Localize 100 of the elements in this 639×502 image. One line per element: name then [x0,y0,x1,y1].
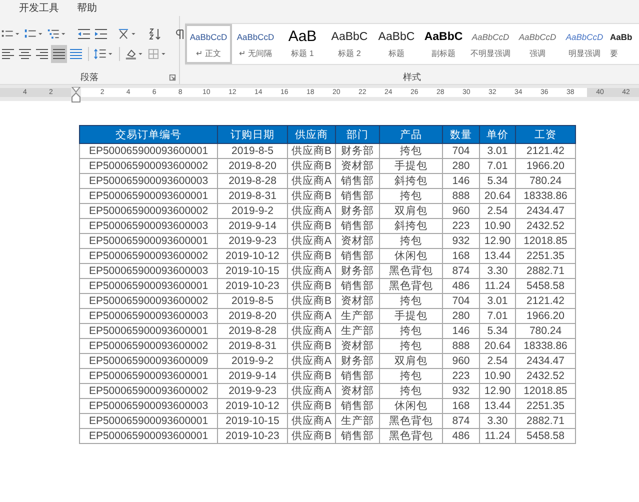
table-cell: 2019-10-12 [218,398,288,414]
table-cell: 888 [442,188,480,204]
table-cell: 2019-10-12 [218,248,288,264]
indent-marker-icon[interactable] [71,86,82,102]
table-cell: 280 [442,158,480,174]
table-cell: 146 [442,174,480,188]
style-option[interactable]: AaBbCcD 强调 [514,24,561,64]
table-cell: 供应商A [288,324,336,338]
style-option[interactable]: AaBbCcD ↵ 无间隔 [232,24,279,64]
style-name: 标题 [388,48,404,59]
table-cell: 874 [442,264,480,278]
column-header: 单价 [480,126,516,144]
table-cell: EP500065900093600002 [80,248,218,264]
table-cell: 挎包 [380,338,442,354]
table-cell: 生产部 [336,324,380,338]
dialog-launcher-icon[interactable] [169,74,176,81]
menu-tab[interactable]: 帮助 [77,1,97,15]
table-cell: 2432.52 [516,218,576,234]
table-cell: 休闲包 [380,248,442,264]
table-cell: 2251.35 [516,398,576,414]
table-cell: EP500065900093600003 [80,264,218,278]
table-cell: 资材部 [336,384,380,398]
table-cell: 供应商A [288,264,336,278]
table-cell: 780.24 [516,174,576,188]
style-option[interactable]: AaB 标题 1 [279,24,326,64]
table-cell: 280 [442,308,480,324]
table-cell: EP500065900093600001 [80,368,218,384]
table-cell: 斜挎包 [380,218,442,234]
menu-tab[interactable]: 开发工具 [19,1,59,15]
table-cell: 销售部 [336,368,380,384]
table-cell: 704 [442,294,480,308]
group-label: 段落 [80,70,98,84]
style-name: 强调 [530,48,546,59]
table-cell: 10.90 [480,218,516,234]
table-cell: EP500065900093600003 [80,308,218,324]
style-name: 标题 1 [291,48,314,59]
table-cell: 资材部 [336,158,380,174]
style-preview: AaBbCcD [190,31,228,44]
table-cell: 146 [442,324,480,338]
style-option[interactable]: AaBbCcD 明显强调 [561,24,608,64]
table-cell: 手提包 [380,308,442,324]
table-cell: EP500065900093600001 [80,144,218,158]
table-cell: 2432.52 [516,368,576,384]
table-cell: EP500065900093600001 [80,324,218,338]
table-cell: 2019-8-28 [218,324,288,338]
table-cell: 2019-10-15 [218,264,288,278]
table-cell: 932 [442,234,480,248]
table-cell: EP500065900093600001 [80,428,218,444]
style-option[interactable]: AaBbC 副标题 [420,24,467,64]
table-cell: 生产部 [336,414,380,428]
table-cell: 168 [442,398,480,414]
table-cell: 2121.42 [516,294,576,308]
table-cell: 财务部 [336,204,380,218]
table-cell: 780.24 [516,324,576,338]
table-cell: 财务部 [336,264,380,278]
style-option[interactable]: AaBbCcD 不明显强调 [467,24,514,64]
table-cell: 供应商A [288,308,336,324]
table-cell: 销售部 [336,188,380,204]
column-header: 产品 [380,126,442,144]
style-preview: AaBbCcD [518,31,556,44]
style-name: ↵ 正文 [196,48,221,59]
style-name: 副标题 [432,48,456,59]
style-preview: AaBbC [331,30,368,44]
table-cell: 财务部 [336,354,380,368]
style-option[interactable]: AaBbC 标题 2 [326,24,373,64]
table-cell: 供应商B [288,278,336,294]
table-cell: 7.01 [480,158,516,174]
table-cell: EP500065900093600002 [80,338,218,354]
table-cell: 供应商A [288,174,336,188]
table-cell: 挎包 [380,368,442,384]
table-cell: 黑色背包 [380,428,442,444]
style-preview: AaBbC [378,30,415,44]
style-name: 不明显强调 [470,48,510,59]
style-option[interactable]: AaBb 要 [608,24,636,64]
table-cell: 18338.86 [516,188,576,204]
table-cell: 生产部 [336,308,380,324]
table-cell: 3.30 [480,414,516,428]
table-cell: 供应商A [288,384,336,398]
table-cell: 销售部 [336,278,380,294]
table-cell: 供应商A [288,204,336,218]
table-cell: 1966.20 [516,308,576,324]
table-cell: 财务部 [336,144,380,158]
table-cell: 12018.85 [516,234,576,248]
table-cell: 供应商A [288,234,336,248]
style-name: ↵ 无间隔 [239,48,272,59]
justify-icon[interactable] [51,45,67,63]
style-option[interactable]: AaBbCcD ↵ 正文 [185,24,232,64]
table-cell: 供应商B [288,398,336,414]
table-cell: 932 [442,384,480,398]
table-cell: 挎包 [380,324,442,338]
style-option[interactable]: AaBbC 标题 [373,24,420,64]
table-cell: 12.90 [480,384,516,398]
table-cell: EP500065900093600001 [80,188,218,204]
column-header: 工资 [516,126,576,144]
table-cell: 168 [442,248,480,264]
table-cell: EP500065900093600003 [80,174,218,188]
table-cell: 960 [442,354,480,368]
table-cell: 5458.58 [516,428,576,444]
style-name: 要 [610,48,618,59]
table-cell: 挎包 [380,144,442,158]
